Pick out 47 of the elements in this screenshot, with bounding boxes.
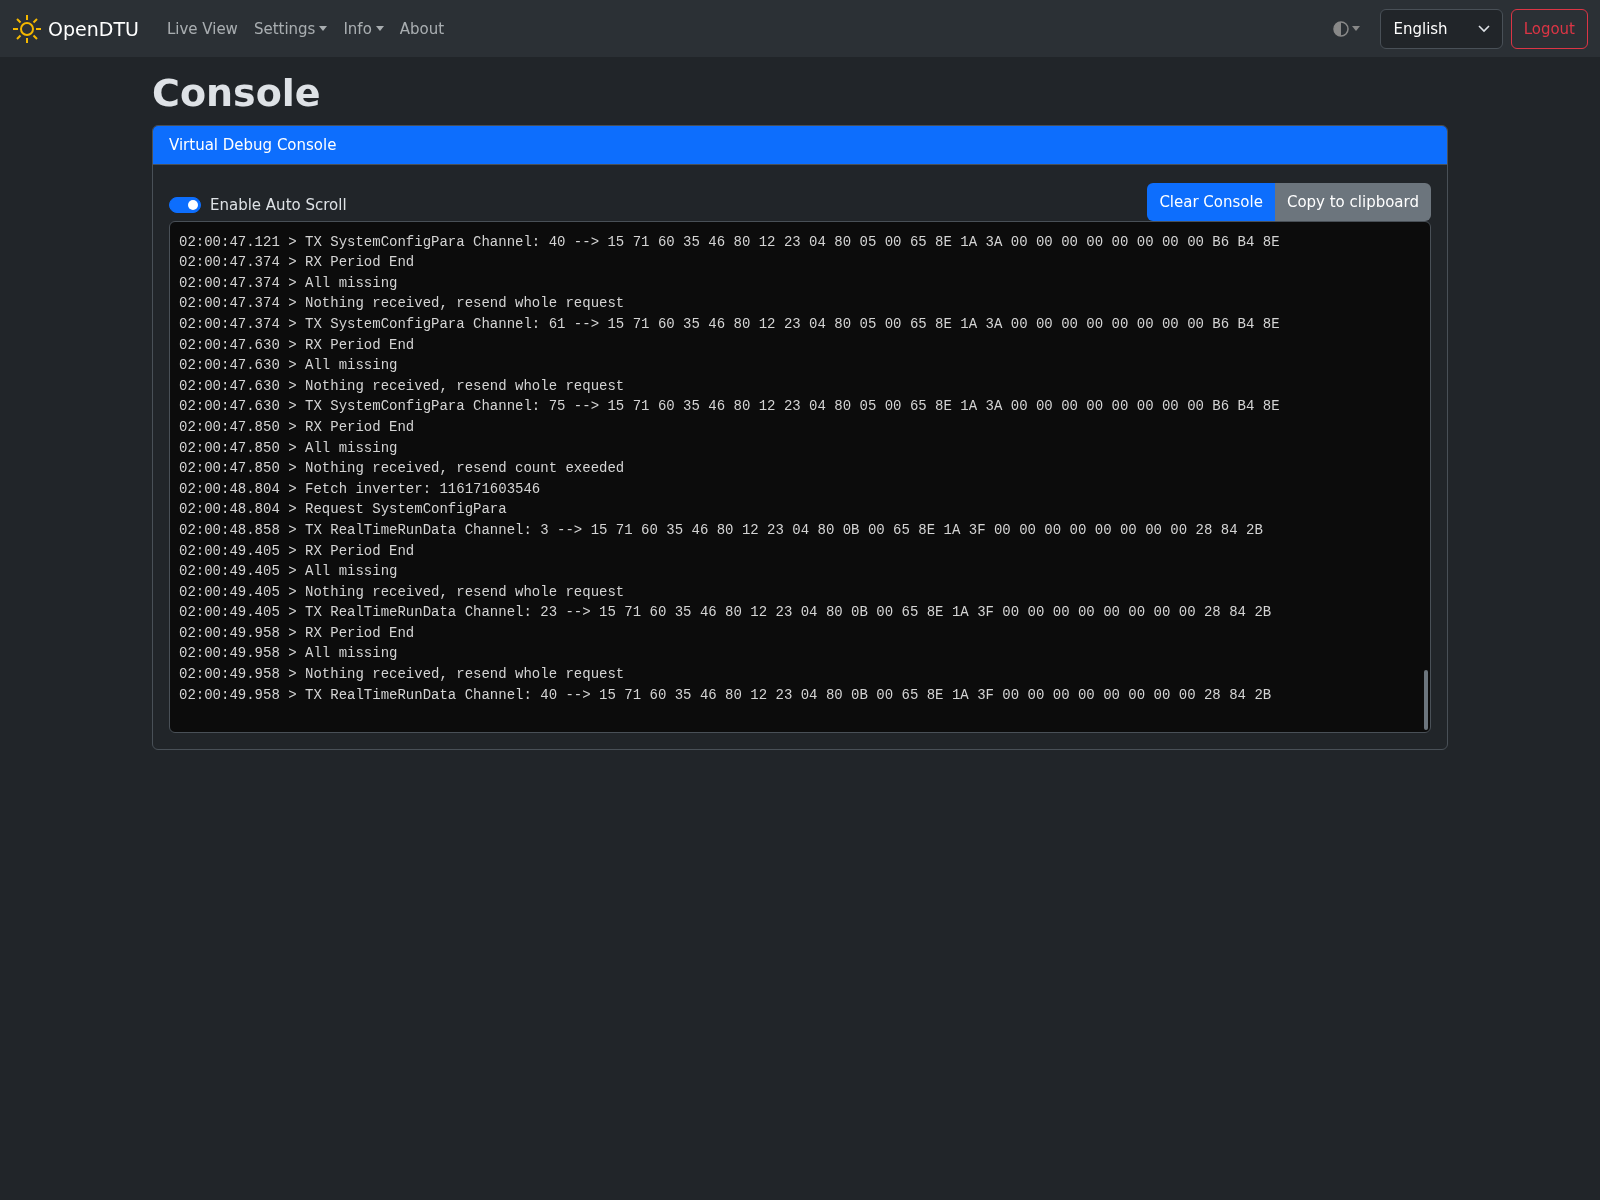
card-header: Virtual Debug Console bbox=[153, 125, 1447, 165]
brand-name[interactable]: OpenDTU bbox=[48, 17, 139, 40]
console-line: 02:00:47.374 > Nothing received, resend whole request bbox=[179, 294, 625, 314]
console-line: 02:00:48.804 > Request SystemConfigPara bbox=[179, 500, 507, 520]
console-line: 02:00:47.850 > RX Period End bbox=[179, 417, 415, 437]
console-line: 02:00:47.630 > All missing bbox=[179, 356, 398, 376]
nav-link-label[interactable]: Info bbox=[343, 19, 372, 38]
console-line: 02:00:49.405 > TX RealTimeRunData Channel: 23 --> 15 71 60 35 46 80 12 23 04 80 0B 00 65 8E 1A 3F 00 00 00 00 00 00 00 00 28 84 2B bbox=[179, 603, 1272, 623]
console-line: 02:00:49.958 > All missing bbox=[179, 644, 398, 664]
console-line: 02:00:47.850 > Nothing received, resend count exeeded bbox=[179, 459, 625, 479]
language-select[interactable]: English bbox=[1380, 8, 1503, 49]
contrast-icon bbox=[1333, 20, 1350, 37]
sun-icon bbox=[12, 13, 42, 44]
auto-scroll-switch[interactable] bbox=[169, 196, 201, 213]
console-line: 02:00:49.405 > All missing bbox=[179, 562, 398, 582]
console-line: 02:00:48.858 > TX RealTimeRunData Channel: 3 --> 15 71 60 35 46 80 12 23 04 80 0B 00 65 8E 1A 3F 00 00 00 00 00 00 00 00 28 84 2B bbox=[179, 520, 1263, 540]
console-line: 02:00:47.630 > Nothing received, resend whole request bbox=[179, 376, 625, 396]
console-line: 02:00:48.804 > Fetch inverter: 116171603546 bbox=[179, 479, 541, 499]
nav-link[interactable]: Live View bbox=[158, 11, 246, 46]
console-line: 02:00:49.405 > RX Period End bbox=[179, 541, 415, 561]
console-line: 02:00:47.850 > All missing bbox=[179, 438, 398, 458]
nav-link-label[interactable]: About bbox=[399, 19, 445, 38]
console-line: 02:00:47.630 > TX SystemConfigPara Channel: 75 --> 15 71 60 35 46 80 12 23 04 80 05 00 65 8E 1A 3A 00 00 00 00 00 00 00 00 B6 B4 8E bbox=[179, 397, 1280, 417]
caret-icon bbox=[319, 26, 328, 31]
clear-console-button[interactable]: Clear Console bbox=[1147, 182, 1275, 221]
console-line: 02:00:47.630 > RX Period End bbox=[179, 335, 415, 355]
caret-icon bbox=[375, 26, 384, 31]
console-line: 02:00:49.958 > RX Period End bbox=[179, 623, 415, 643]
console-line: 02:00:47.374 > RX Period End bbox=[179, 253, 415, 273]
console-output[interactable] bbox=[169, 220, 1431, 733]
console-line: 02:00:49.405 > Nothing received, resend whole request bbox=[179, 582, 625, 602]
copy-button[interactable]: Copy to clipboard bbox=[1274, 182, 1431, 221]
nav-link[interactable]: About bbox=[391, 11, 453, 46]
console-line: 02:00:49.958 > Nothing received, resend whole request bbox=[179, 665, 625, 685]
caret-icon bbox=[1352, 26, 1361, 31]
nav-link-label[interactable]: Live View bbox=[166, 19, 238, 38]
chevron-down-icon bbox=[1477, 24, 1490, 33]
page-title: Console bbox=[152, 71, 322, 117]
console-line: 02:00:47.374 > All missing bbox=[179, 273, 398, 293]
console-line: 02:00:47.374 > TX SystemConfigPara Channel: 61 --> 15 71 60 35 46 80 12 23 04 80 05 00 65 8E 1A 3A 00 00 00 00 00 00 00 00 B6 B4 8E bbox=[179, 314, 1280, 334]
scrollbar-thumb[interactable] bbox=[1424, 669, 1428, 730]
nav-link-label[interactable]: Settings bbox=[253, 19, 316, 38]
nav-link[interactable]: Info bbox=[335, 11, 392, 46]
switch-label: Enable Auto Scroll bbox=[210, 195, 347, 214]
nav-link[interactable]: Settings bbox=[245, 11, 336, 46]
console-line: 02:00:49.958 > TX RealTimeRunData Channel: 40 --> 15 71 60 35 46 80 12 23 04 80 0B 00 65 8E 1A 3F 00 00 00 00 00 00 00 00 28 84 2B bbox=[179, 685, 1272, 705]
console-line: 02:00:47.121 > TX SystemConfigPara Channel: 40 --> 15 71 60 35 46 80 12 23 04 80 05 00 65 8E 1A 3A 00 00 00 00 00 00 00 00 B6 B4 8E bbox=[179, 232, 1280, 252]
